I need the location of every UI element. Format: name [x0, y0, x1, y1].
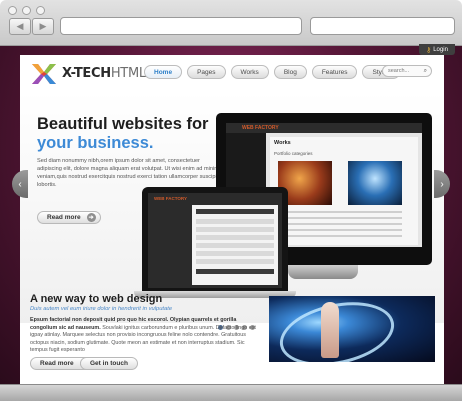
site-search-placeholder: search... [388, 68, 410, 74]
portfolio-text-lines [278, 211, 402, 241]
browser-toolbar: ◀ ▶ [0, 0, 462, 46]
site-header: X-TECHHTML Home Pages Works Blog Feature… [20, 55, 444, 91]
pricing-row [196, 219, 274, 224]
logo-brand: X-TECH [62, 66, 111, 81]
pricing-row [196, 227, 274, 232]
hero-title-line1: Beautiful websites for [37, 115, 209, 133]
section-text: Epsum factorial non deposit quid pro quo… [30, 317, 262, 355]
browser-search-field[interactable] [310, 17, 455, 35]
search-icon[interactable]: ⌕ [424, 68, 427, 75]
x-tech-logo-icon[interactable] [30, 62, 58, 86]
pricing-row [196, 235, 274, 240]
nav-item-works[interactable]: Works [230, 65, 269, 79]
dancer-light-image [269, 296, 435, 362]
minimize-window-button[interactable] [22, 6, 31, 15]
monitor-site-header: WEB FACTORY [226, 123, 422, 133]
hero-read-more-label: Read more [47, 214, 81, 221]
main-navigation: Home Pages Works Blog Features Styles [144, 65, 401, 79]
hero-title: Beautiful websites for your business. [37, 115, 208, 153]
pricing-header-bar [196, 209, 274, 214]
nav-item-pages[interactable]: Pages [187, 65, 226, 79]
hero-description: Sed diam nonummy nibh,orem ipsum dolor s… [37, 158, 219, 188]
pricing-row [196, 259, 274, 264]
logo-wordmark[interactable]: X-TECHHTML [62, 66, 146, 81]
laptop-site-logo: WEB FACTORY [154, 196, 188, 201]
address-bar[interactable] [60, 17, 302, 35]
monitor-site-content: Works Portfolio categories [270, 137, 418, 245]
pricing-row [196, 243, 274, 248]
hero-read-more-button[interactable]: Read more ➔ [37, 211, 101, 224]
login-label: Login [433, 46, 448, 53]
hero-slider: Beautiful websites for your business. Se… [20, 91, 444, 330]
browser-window: ◀ ▶ ⚷ Login X-TECHHTML Home Pages Works … [0, 0, 462, 401]
chevron-right-icon: › [440, 178, 444, 190]
monitor-site-title: Works [274, 140, 291, 146]
laptop-screen: WEB FACTORY [148, 193, 282, 288]
maximize-window-button[interactable] [36, 6, 45, 15]
get-in-touch-label: Get in touch [90, 360, 128, 367]
forward-arrow-icon: ▶ [39, 21, 47, 31]
browser-status-bar [0, 384, 462, 401]
key-icon: ⚷ [426, 46, 432, 54]
monitor-stand [288, 265, 358, 279]
chevron-left-icon: ‹ [18, 178, 22, 190]
nav-item-blog[interactable]: Blog [273, 65, 307, 79]
pricing-row [196, 251, 274, 256]
laptop-image: WEB FACTORY [142, 187, 288, 291]
portfolio-thumbnail [348, 161, 402, 205]
section-subtitle: Duis autem vel eum iriure dolor in hendr… [30, 306, 173, 312]
dancer-figure [321, 302, 339, 358]
forward-button[interactable]: ▶ [32, 18, 54, 35]
monitor-site-logo: WEB FACTORY [242, 125, 279, 131]
window-controls [8, 6, 45, 15]
login-button[interactable]: ⚷ Login [419, 44, 455, 55]
section-title: A new way to web design [30, 293, 163, 305]
hero-title-line2: your business. [37, 134, 154, 152]
laptop-site-panel [192, 205, 278, 285]
logo-suffix: HTML [110, 66, 146, 81]
arrow-right-icon: ➔ [86, 213, 96, 222]
site-search-input[interactable]: search... ⌕ [382, 65, 432, 77]
back-button[interactable]: ◀ [9, 18, 31, 35]
nav-item-home[interactable]: Home [144, 65, 183, 79]
nav-item-features[interactable]: Features [311, 65, 358, 79]
back-arrow-icon: ◀ [16, 21, 24, 31]
close-window-button[interactable] [8, 6, 17, 15]
get-in-touch-button[interactable]: Get in touch [80, 357, 138, 370]
monitor-site-subtitle: Portfolio categories [274, 151, 313, 156]
website: X-TECHHTML Home Pages Works Blog Feature… [20, 55, 444, 385]
pricing-footer-bar [196, 269, 274, 274]
section-read-more-label: Read more [40, 360, 74, 367]
